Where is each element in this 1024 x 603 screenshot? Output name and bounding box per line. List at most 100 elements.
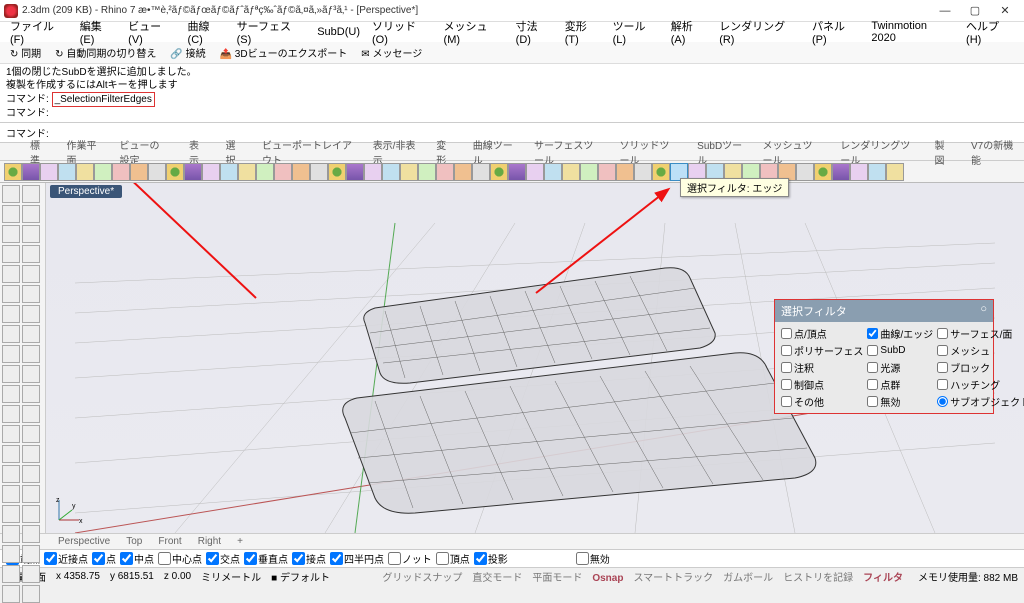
toolbar-icon[interactable] xyxy=(526,163,544,181)
toolbar-icon[interactable] xyxy=(22,163,40,181)
side-tool-icon[interactable] xyxy=(22,345,40,363)
filter-checkbox[interactable] xyxy=(867,379,878,390)
filter-item[interactable]: 制御点 xyxy=(781,377,863,392)
side-tool-icon[interactable] xyxy=(22,205,40,223)
filter-checkbox[interactable] xyxy=(781,362,792,373)
toolbar-icon[interactable] xyxy=(814,163,832,181)
filter-item[interactable]: サーフェス/面 xyxy=(937,326,1024,341)
status-toggle[interactable]: フィルタ xyxy=(858,573,908,584)
toolbar-icon[interactable] xyxy=(382,163,400,181)
toolbar-icon[interactable] xyxy=(238,163,256,181)
osnap-item[interactable]: 近接点 xyxy=(44,551,88,566)
toolbar-icon[interactable] xyxy=(310,163,328,181)
menu-item[interactable]: メッシュ(M) xyxy=(438,18,510,46)
side-tool-icon[interactable] xyxy=(22,525,40,543)
side-tool-icon[interactable] xyxy=(2,185,20,203)
filter-item[interactable]: 注釈 xyxy=(781,360,863,375)
toolbar-icon[interactable] xyxy=(562,163,580,181)
side-tool-icon[interactable] xyxy=(2,585,20,603)
toolbar-icon[interactable] xyxy=(94,163,112,181)
toolbar-icon[interactable] xyxy=(166,163,184,181)
toolbar-icon[interactable] xyxy=(868,163,886,181)
status-toggle[interactable]: スマートトラック xyxy=(628,573,718,584)
filter-checkbox[interactable] xyxy=(781,328,792,339)
side-tool-icon[interactable] xyxy=(22,285,40,303)
menu-item[interactable]: サーフェス(S) xyxy=(231,18,312,46)
menu-item[interactable]: ファイル(F) xyxy=(4,18,74,46)
filter-item[interactable]: サブオブジェクト xyxy=(937,394,1024,409)
side-tool-icon[interactable] xyxy=(22,385,40,403)
side-tool-icon[interactable] xyxy=(22,545,40,563)
side-tool-icon[interactable] xyxy=(2,545,20,563)
side-tool-icon[interactable] xyxy=(22,265,40,283)
status-layer[interactable]: ■ デフォルト xyxy=(271,569,330,584)
toolbar-icon[interactable] xyxy=(454,163,472,181)
viewport-tab[interactable]: + xyxy=(229,536,251,547)
side-tool-icon[interactable] xyxy=(2,425,20,443)
filter-checkbox[interactable] xyxy=(937,328,948,339)
filter-checkbox[interactable] xyxy=(867,362,878,373)
tool-tab[interactable]: 製図 xyxy=(924,135,961,169)
side-tool-icon[interactable] xyxy=(2,445,20,463)
side-tool-icon[interactable] xyxy=(2,205,20,223)
menu-item[interactable]: ツール(L) xyxy=(607,18,665,46)
toolbar-icon[interactable] xyxy=(256,163,274,181)
side-tool-icon[interactable] xyxy=(22,465,40,483)
filter-item[interactable]: 点群 xyxy=(867,377,933,392)
filter-item[interactable]: SubD xyxy=(867,343,933,358)
side-tool-icon[interactable] xyxy=(22,585,40,603)
filter-checkbox[interactable] xyxy=(937,362,948,373)
toolbar-icon[interactable] xyxy=(490,163,508,181)
filter-item[interactable]: 点/頂点 xyxy=(781,326,863,341)
menu-item[interactable]: 編集(E) xyxy=(74,18,122,46)
toolbar-icon[interactable] xyxy=(346,163,364,181)
filter-checkbox[interactable] xyxy=(867,328,878,339)
viewport-tab[interactable]: Right xyxy=(190,536,229,547)
side-tool-icon[interactable] xyxy=(2,265,20,283)
toolbar-icon[interactable] xyxy=(130,163,148,181)
filter-checkbox[interactable] xyxy=(867,396,878,407)
status-toggle[interactable]: Osnap xyxy=(587,573,628,584)
minimize-button[interactable]: — xyxy=(930,1,960,21)
menu-item[interactable]: ソリッド(O) xyxy=(366,18,438,46)
viewport-label[interactable]: Perspective* xyxy=(50,185,122,198)
side-tool-icon[interactable] xyxy=(2,465,20,483)
toolbar-icon[interactable] xyxy=(40,163,58,181)
menu-item[interactable]: 曲線(C) xyxy=(182,18,231,46)
toolbar-icon[interactable] xyxy=(544,163,562,181)
side-tool-icon[interactable] xyxy=(22,445,40,463)
filter-checkbox[interactable] xyxy=(867,345,878,356)
side-tool-icon[interactable] xyxy=(2,385,20,403)
menu-item[interactable]: レンダリング(R) xyxy=(713,18,806,46)
side-tool-icon[interactable] xyxy=(2,245,20,263)
side-tool-icon[interactable] xyxy=(22,325,40,343)
side-tool-icon[interactable] xyxy=(2,285,20,303)
menu-item[interactable]: パネル(P) xyxy=(806,18,865,46)
osnap-item[interactable]: 接点 xyxy=(292,551,326,566)
side-tool-icon[interactable] xyxy=(2,365,20,383)
toolbar-item[interactable]: 🔗 接続 xyxy=(164,45,211,60)
toolbar-icon[interactable] xyxy=(850,163,868,181)
side-tool-icon[interactable] xyxy=(2,225,20,243)
toolbar-icon[interactable] xyxy=(202,163,220,181)
osnap-item[interactable]: 中心点 xyxy=(158,551,202,566)
toolbar-icon[interactable] xyxy=(328,163,346,181)
side-tool-icon[interactable] xyxy=(22,485,40,503)
toolbar-item[interactable]: 📤 3Dビューのエクスポート xyxy=(214,45,354,60)
toolbar-icon[interactable] xyxy=(886,163,904,181)
side-tool-icon[interactable] xyxy=(22,305,40,323)
osnap-item[interactable]: 四半円点 xyxy=(330,551,384,566)
osnap-item[interactable]: 交点 xyxy=(206,551,240,566)
filter-item[interactable]: ブロック xyxy=(937,360,1024,375)
toolbar-icon[interactable] xyxy=(616,163,634,181)
toolbar-icon[interactable] xyxy=(418,163,436,181)
side-tool-icon[interactable] xyxy=(2,525,20,543)
filter-item[interactable]: ポリサーフェス xyxy=(781,343,863,358)
osnap-item[interactable]: 垂直点 xyxy=(244,551,288,566)
side-tool-icon[interactable] xyxy=(2,505,20,523)
viewport[interactable]: Perspective* xyxy=(46,183,1024,533)
selection-filter-header[interactable]: 選択フィルタ ○ xyxy=(775,300,993,322)
side-tool-icon[interactable] xyxy=(2,485,20,503)
filter-item[interactable]: ハッチング xyxy=(937,377,1024,392)
osnap-item[interactable]: 中点 xyxy=(120,551,154,566)
